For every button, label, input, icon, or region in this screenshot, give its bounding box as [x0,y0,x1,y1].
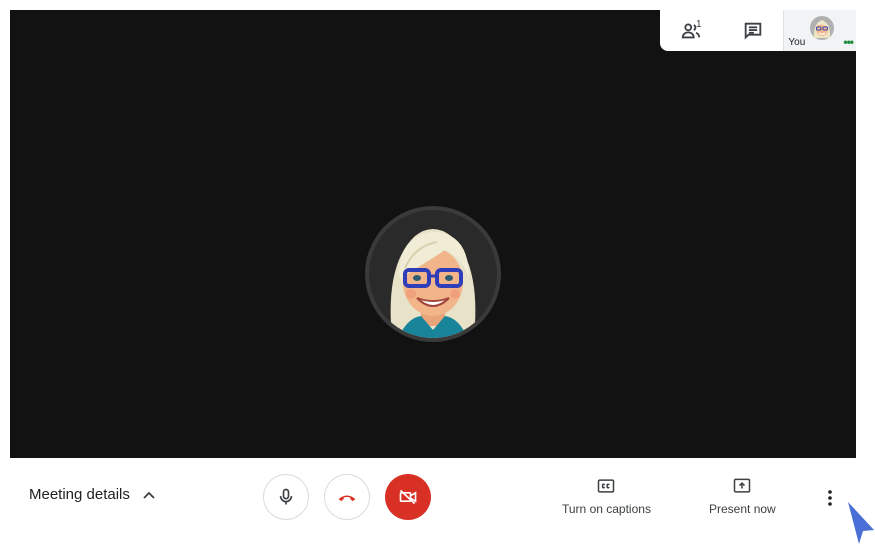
self-label: You [788,37,806,48]
microphone-button[interactable] [263,474,309,520]
present-screen-icon [734,478,751,493]
top-right-panel: 1 You ••• [660,10,856,51]
captions-button[interactable]: Turn on captions [562,476,651,516]
meeting-details-button[interactable]: Meeting details [29,486,156,503]
more-options-button[interactable] [820,486,840,510]
chat-icon [744,22,761,40]
microphone-icon [279,488,293,505]
bitmoji-avatar [365,206,501,342]
people-count: 1 [696,19,702,30]
more-vert-icon [828,490,832,506]
camera-toggle-button[interactable] [385,474,431,520]
phone-hangup-icon [338,495,356,502]
meeting-details-label: Meeting details [29,486,130,503]
self-view-tile[interactable]: You ••• [783,10,856,51]
self-avatar [810,16,835,40]
video-stage: 1 You ••• [10,10,856,458]
present-label: Present now [709,502,776,516]
captions-label: Turn on captions [562,502,651,516]
chat-button[interactable] [722,10,784,51]
leave-call-button[interactable] [324,474,370,520]
self-menu-dots: ••• [843,35,854,49]
closed-captions-icon [598,479,615,493]
participant-avatar [365,206,501,342]
mouse-cursor-icon [848,502,874,544]
people-button[interactable]: 1 [660,10,722,51]
present-now-button[interactable]: Present now [709,476,776,516]
chevron-up-icon [143,491,155,499]
camera-off-icon [399,489,417,505]
bottom-controls-bar: Meeting details Turn on captions Present… [0,458,875,546]
